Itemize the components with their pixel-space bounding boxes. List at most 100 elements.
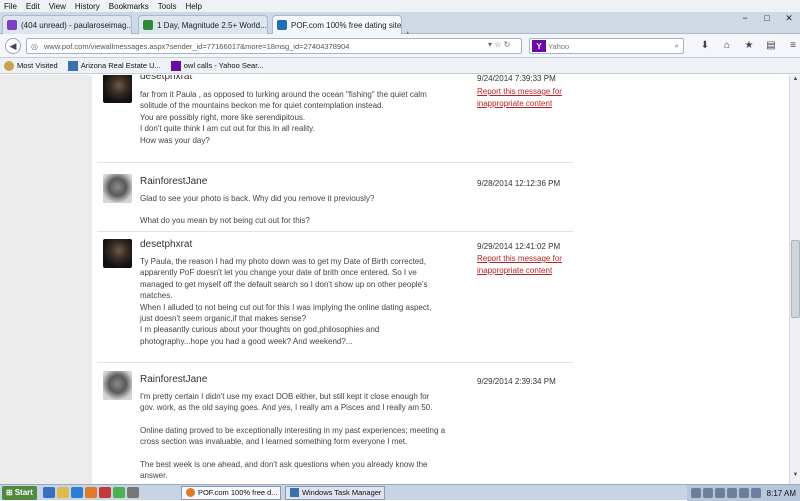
window-controls: − □ ✕	[734, 12, 800, 24]
message-line: far from it Paula , as opposed to lurkin…	[140, 90, 427, 99]
close-window-button[interactable]: ✕	[778, 12, 800, 24]
bookmarks-bar: Most Visited Arizona Real Estate U... ow…	[0, 58, 800, 74]
menu-item-help[interactable]: Help	[185, 2, 201, 11]
avatar[interactable]	[103, 174, 132, 203]
taskbar-window-label: Windows Task Manager	[301, 488, 382, 497]
home-icon[interactable]: ⌂	[716, 40, 738, 51]
tray-icon[interactable]	[702, 488, 713, 498]
report-link[interactable]: Report this message for inappropriate co…	[477, 86, 572, 109]
message-line: When I alluded to not being cut out for …	[140, 302, 432, 312]
tab-label: (404 unread) - paularoseimag...	[21, 20, 132, 30]
message-date: 9/24/2014 7:39:33 PM	[477, 75, 556, 83]
message-body: Glad to see your photo is back. Why did …	[140, 193, 450, 227]
tab-favicon-icon	[7, 20, 17, 30]
message-line: The best week is one ahead, and don't as…	[140, 459, 428, 469]
clock[interactable]: 8:17 AM	[767, 489, 796, 498]
message-body: far from it Paula , as opposed to lurkin…	[140, 89, 450, 146]
vertical-scrollbar[interactable]: ▲ ▼	[789, 75, 800, 484]
message-line: solitude of the mountains beckon me for …	[140, 101, 384, 111]
sender-name[interactable]: desetphxrat	[140, 239, 192, 250]
scroll-down-icon[interactable]: ▼	[791, 472, 800, 483]
system-tray: 8:17 AM	[686, 485, 800, 501]
globe-icon: ◎	[31, 41, 38, 51]
scroll-up-icon[interactable]: ▲	[791, 76, 800, 87]
message-line: cross section was invaluable, and I lear…	[140, 437, 408, 447]
message-item: RainforestJane 9/28/2014 12:12:36 PM Gla…	[97, 168, 573, 232]
chrome-icon[interactable]	[112, 487, 125, 498]
volume-icon[interactable]	[750, 488, 761, 498]
tab-label: POF.com 100% free dating site	[291, 20, 402, 30]
menu-icon[interactable]: ≡	[782, 40, 800, 51]
tab-inbox[interactable]: (404 unread) - paularoseimag... ✕	[2, 15, 132, 34]
explorer-icon[interactable]	[56, 487, 69, 498]
close-tab-icon[interactable]: ✕	[401, 21, 402, 30]
avatar[interactable]	[103, 75, 132, 103]
avatar[interactable]	[103, 371, 132, 400]
message-line: apparently PoF doesn't let you change yo…	[140, 268, 417, 278]
download-icon[interactable]: ⬇	[694, 40, 716, 51]
message-line: I don't quite think I am cut out for thi…	[140, 124, 315, 134]
sender-name[interactable]: RainforestJane	[140, 176, 207, 187]
tray-icon[interactable]	[690, 488, 701, 498]
taskbar-pof-window[interactable]: POF.com 100% free d...	[180, 485, 281, 500]
message-line: You are possibly right, more like serend…	[140, 112, 306, 122]
toolbar-icons: ⬇ ⌂ ★ ▤ ≡	[694, 40, 800, 51]
bookmark-most-visited[interactable]: Most Visited	[4, 60, 58, 71]
app-icon[interactable]	[98, 487, 111, 498]
tray-icon[interactable]	[726, 488, 737, 498]
search-icon[interactable]: ⌕	[675, 41, 679, 51]
url-bar[interactable]: ◎ www.pof.com/viewallmessages.aspx?sende…	[26, 38, 522, 54]
menu-bar: File Edit View History Bookmarks Tools Help	[0, 0, 800, 12]
bookmark-star-icon[interactable]: ★	[738, 40, 760, 51]
taskbar: ⊞ Start POF.com 100% free d... Windows Ta…	[0, 484, 800, 501]
house-icon	[67, 60, 78, 71]
tray-icon[interactable]	[714, 488, 725, 498]
tab-pof[interactable]: POF.com 100% free dating site ✕	[272, 15, 402, 34]
back-button[interactable]: ◀	[5, 38, 21, 54]
bookmarks-menu-icon[interactable]: ▤	[760, 40, 782, 51]
scrollbar-thumb[interactable]	[791, 240, 800, 318]
message-line: managed to get myself off the default se…	[140, 279, 428, 289]
search-box[interactable]: Y Yahoo ⌕	[529, 38, 684, 54]
page-left-margin	[0, 75, 92, 484]
message-item: RainforestJane 9/29/2014 2:39:34 PM I'm …	[97, 365, 573, 484]
taskbar-task-manager[interactable]: Windows Task Manager	[284, 485, 385, 500]
start-button[interactable]: ⊞ Start	[2, 485, 37, 500]
avatar[interactable]	[103, 239, 132, 268]
message-date: 9/29/2014 12:41:02 PM	[477, 242, 561, 251]
desktop-icon[interactable]	[42, 487, 55, 498]
sender-name[interactable]: desetphxrat	[140, 75, 192, 82]
bookmark-label: Arizona Real Estate U...	[80, 61, 161, 70]
sender-name[interactable]: RainforestJane	[140, 374, 207, 385]
message-line: matches.	[140, 291, 173, 301]
bookmark-owl-calls[interactable]: owl calls - Yahoo Sear...	[170, 60, 264, 71]
message-line: gov. work, as the old saying goes. And y…	[140, 403, 433, 413]
gear-icon	[4, 60, 14, 71]
tab-favicon-icon	[143, 20, 153, 30]
menu-item-bookmarks[interactable]: Bookmarks	[109, 2, 149, 11]
tab-bar: (404 unread) - paularoseimag... ✕ 1 Day,…	[0, 12, 800, 42]
tab-earthquakes[interactable]: 1 Day, Magnitude 2.5+ World... ✕	[138, 15, 268, 34]
firefox-icon[interactable]	[84, 487, 97, 498]
message-line: I m pleasantly curious about your though…	[140, 325, 380, 335]
menu-item-edit[interactable]: Edit	[26, 2, 40, 11]
message-item: desetphxrat 9/29/2014 12:41:02 PM Report…	[97, 233, 573, 363]
report-link[interactable]: Report this message for inappropriate co…	[477, 253, 572, 276]
message-line: Ty Paula, the reason I had my photo down…	[140, 257, 426, 266]
menu-item-tools[interactable]: Tools	[158, 2, 177, 11]
taskbar-window-label: POF.com 100% free d...	[197, 488, 278, 497]
bookmark-arizona[interactable]: Arizona Real Estate U...	[67, 60, 161, 71]
tray-icon[interactable]	[738, 488, 749, 498]
menu-item-history[interactable]: History	[75, 2, 100, 11]
menu-item-view[interactable]: View	[49, 2, 66, 11]
menu-item-file[interactable]: File	[4, 2, 17, 11]
yahoo-icon: Y	[532, 40, 546, 52]
maximize-button[interactable]: □	[756, 12, 778, 24]
close-tab-icon[interactable]: ✕	[267, 21, 268, 30]
gear-icon[interactable]	[126, 487, 139, 498]
reload-icon[interactable]: ▾ ☆ ↻	[488, 40, 510, 49]
tab-favicon-icon	[277, 20, 287, 30]
ie-icon[interactable]	[70, 487, 83, 498]
minimize-button[interactable]: −	[734, 12, 756, 24]
start-label: Start	[14, 488, 33, 497]
